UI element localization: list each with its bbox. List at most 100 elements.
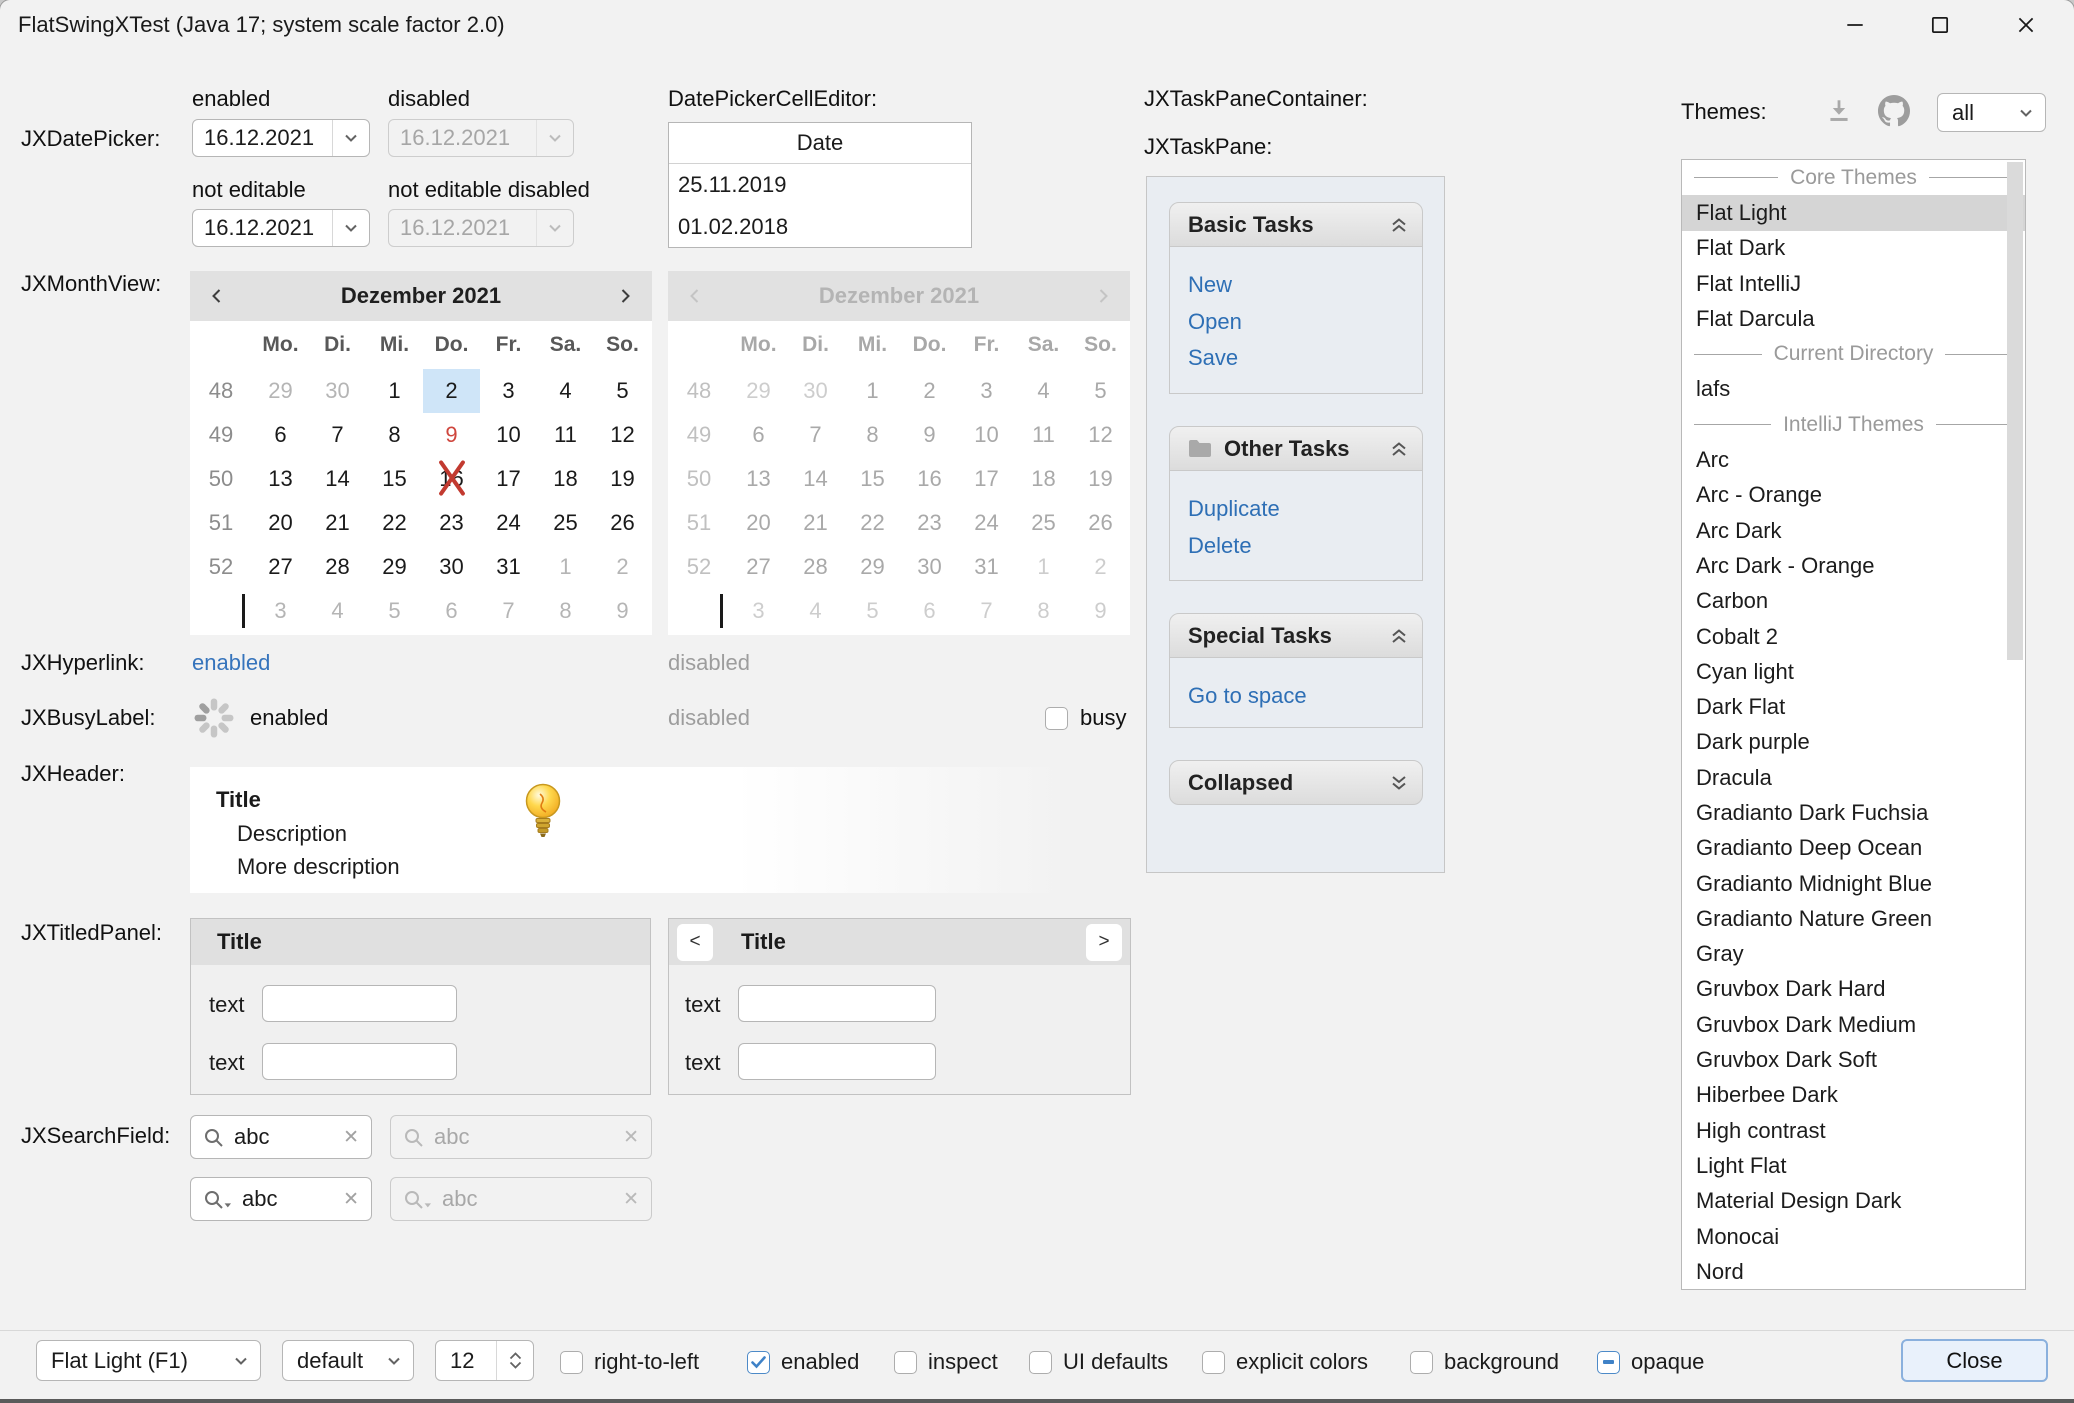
calendar-day[interactable]: 30 bbox=[787, 369, 844, 413]
theme-item[interactable]: Flat IntelliJ bbox=[1682, 266, 2025, 301]
datepicker-dropdown-button[interactable] bbox=[332, 120, 369, 156]
calendar-day[interactable]: 18 bbox=[1015, 457, 1072, 501]
calendar-day[interactable]: 24 bbox=[958, 501, 1015, 545]
titledpanel-next-button[interactable]: > bbox=[1086, 924, 1122, 961]
text-input[interactable] bbox=[738, 1043, 936, 1080]
search-input-value[interactable]: abc bbox=[234, 1124, 333, 1150]
theme-item[interactable]: Monocai bbox=[1682, 1219, 2025, 1254]
calendar-day[interactable]: 9 bbox=[423, 413, 480, 457]
theme-item[interactable]: Gruvbox Dark Soft bbox=[1682, 1042, 2025, 1077]
theme-item[interactable]: lafs bbox=[1682, 372, 2025, 407]
calendar-day[interactable]: 11 bbox=[537, 413, 594, 457]
calendar-day[interactable]: 9 bbox=[1072, 589, 1129, 633]
opaque-checkbox[interactable] bbox=[1597, 1351, 1620, 1374]
theme-item[interactable]: Flat Light bbox=[1682, 195, 2025, 230]
search-field-with-menu[interactable]: abc✕ bbox=[190, 1177, 372, 1221]
checkbox-label[interactable]: explicit colors bbox=[1236, 1349, 1368, 1375]
calendar-day[interactable]: 25 bbox=[1015, 501, 1072, 545]
calendar-day[interactable]: 27 bbox=[730, 545, 787, 589]
calendar-day[interactable]: 9 bbox=[594, 589, 651, 633]
calendar-day[interactable]: 2 bbox=[901, 369, 958, 413]
collapse-icon[interactable] bbox=[1388, 438, 1410, 460]
checkbox-label[interactable]: right-to-left bbox=[594, 1349, 699, 1375]
calendar-day[interactable]: 2 bbox=[423, 369, 480, 413]
previous-month-button[interactable] bbox=[190, 287, 244, 305]
ui-defaults-checkbox[interactable] bbox=[1029, 1351, 1052, 1374]
calendar-day[interactable]: 16 bbox=[901, 457, 958, 501]
taskpane-header[interactable]: Special Tasks bbox=[1169, 613, 1423, 658]
inspect-checkbox[interactable] bbox=[894, 1351, 917, 1374]
calendar-day[interactable]: 6 bbox=[730, 413, 787, 457]
calendar-day[interactable]: 31 bbox=[480, 545, 537, 589]
theme-item[interactable]: Cyan light bbox=[1682, 654, 2025, 689]
calendar-day[interactable]: 3 bbox=[480, 369, 537, 413]
theme-item[interactable]: Arc Dark - Orange bbox=[1682, 548, 2025, 583]
enabled-checkbox[interactable] bbox=[747, 1351, 770, 1374]
explicit-colors-checkbox[interactable] bbox=[1202, 1351, 1225, 1374]
table-row[interactable]: 01.02.2018 bbox=[669, 206, 971, 248]
calendar-day[interactable]: 15 bbox=[366, 457, 423, 501]
close-button[interactable] bbox=[1998, 2, 2054, 48]
datepicker-not-editable[interactable]: 16.12.2021 bbox=[192, 209, 370, 247]
clear-icon[interactable]: ✕ bbox=[343, 1126, 359, 1149]
theme-item[interactable]: Arc bbox=[1682, 442, 2025, 477]
text-input[interactable] bbox=[738, 985, 936, 1022]
toggle-explicit-colors[interactable]: explicit colors bbox=[1202, 1349, 1368, 1375]
toggle-background[interactable]: background bbox=[1410, 1349, 1559, 1375]
calendar-day[interactable]: 31 bbox=[958, 545, 1015, 589]
calendar-day[interactable]: 18 bbox=[537, 457, 594, 501]
calendar-day[interactable]: 7 bbox=[480, 589, 537, 633]
search-menu-icon[interactable] bbox=[203, 1189, 232, 1210]
theme-item[interactable]: Arc - Orange bbox=[1682, 478, 2025, 513]
calendar-day[interactable]: 30 bbox=[309, 369, 366, 413]
calendar-day[interactable]: 29 bbox=[844, 545, 901, 589]
calendar-day[interactable]: 2 bbox=[594, 545, 651, 589]
theme-item[interactable]: Gruvbox Dark Hard bbox=[1682, 972, 2025, 1007]
theme-item[interactable]: Carbon bbox=[1682, 584, 2025, 619]
calendar-day[interactable]: 26 bbox=[1072, 501, 1129, 545]
calendar-day[interactable]: 3 bbox=[958, 369, 1015, 413]
calendar-day[interactable]: 10 bbox=[480, 413, 537, 457]
checkbox-label[interactable]: enabled bbox=[781, 1349, 859, 1375]
calendar-day[interactable]: 13 bbox=[252, 457, 309, 501]
minimize-button[interactable] bbox=[1827, 2, 1883, 48]
calendar-day[interactable]: 1 bbox=[1015, 545, 1072, 589]
toggle-right-to-left[interactable]: right-to-left bbox=[560, 1349, 699, 1375]
toggle-enabled[interactable]: enabled bbox=[747, 1349, 859, 1375]
calendar-day[interactable]: 1 bbox=[844, 369, 901, 413]
calendar-day[interactable]: 6 bbox=[423, 589, 480, 633]
calendar-day[interactable]: 9 bbox=[901, 413, 958, 457]
calendar-day[interactable]: 3 bbox=[252, 589, 309, 633]
calendar-day[interactable]: 13 bbox=[730, 457, 787, 501]
theme-item[interactable]: Dark purple bbox=[1682, 725, 2025, 760]
taskpane-header[interactable]: Other Tasks bbox=[1169, 426, 1423, 471]
calendar-day[interactable]: 6 bbox=[901, 589, 958, 633]
checkbox-label[interactable]: opaque bbox=[1631, 1349, 1704, 1375]
calendar-day[interactable]: 8 bbox=[1015, 589, 1072, 633]
calendar-day[interactable]: 28 bbox=[309, 545, 366, 589]
collapse-icon[interactable] bbox=[1388, 214, 1410, 236]
theme-item[interactable]: High contrast bbox=[1682, 1113, 2025, 1148]
background-checkbox[interactable] bbox=[1410, 1351, 1433, 1374]
task-link[interactable]: Go to space bbox=[1188, 678, 1422, 715]
calendar-day[interactable]: 21 bbox=[787, 501, 844, 545]
calendar-day[interactable]: 4 bbox=[537, 369, 594, 413]
theme-item[interactable]: Cobalt 2 bbox=[1682, 619, 2025, 654]
theme-item[interactable]: Light Flat bbox=[1682, 1148, 2025, 1183]
search-input-value[interactable]: abc bbox=[242, 1186, 333, 1212]
next-month-button[interactable] bbox=[598, 287, 652, 305]
calendar-day[interactable]: 3 bbox=[730, 589, 787, 633]
spinner-buttons[interactable] bbox=[496, 1341, 533, 1380]
cell-editor-table[interactable]: Date 25.11.2019 01.02.2018 bbox=[668, 122, 972, 248]
hyperlink-enabled[interactable]: enabled bbox=[192, 650, 270, 676]
calendar-day[interactable]: 5 bbox=[1072, 369, 1129, 413]
calendar-day[interactable]: 7 bbox=[958, 589, 1015, 633]
calendar-day[interactable]: 10 bbox=[958, 413, 1015, 457]
calendar-day[interactable]: 22 bbox=[366, 501, 423, 545]
calendar-day[interactable]: 14 bbox=[309, 457, 366, 501]
calendar-day[interactable]: 21 bbox=[309, 501, 366, 545]
theme-item[interactable]: Gradianto Nature Green bbox=[1682, 901, 2025, 936]
task-link[interactable]: Open bbox=[1188, 304, 1422, 341]
download-icon[interactable] bbox=[1824, 96, 1854, 126]
font-size-value[interactable]: 12 bbox=[436, 1348, 496, 1374]
